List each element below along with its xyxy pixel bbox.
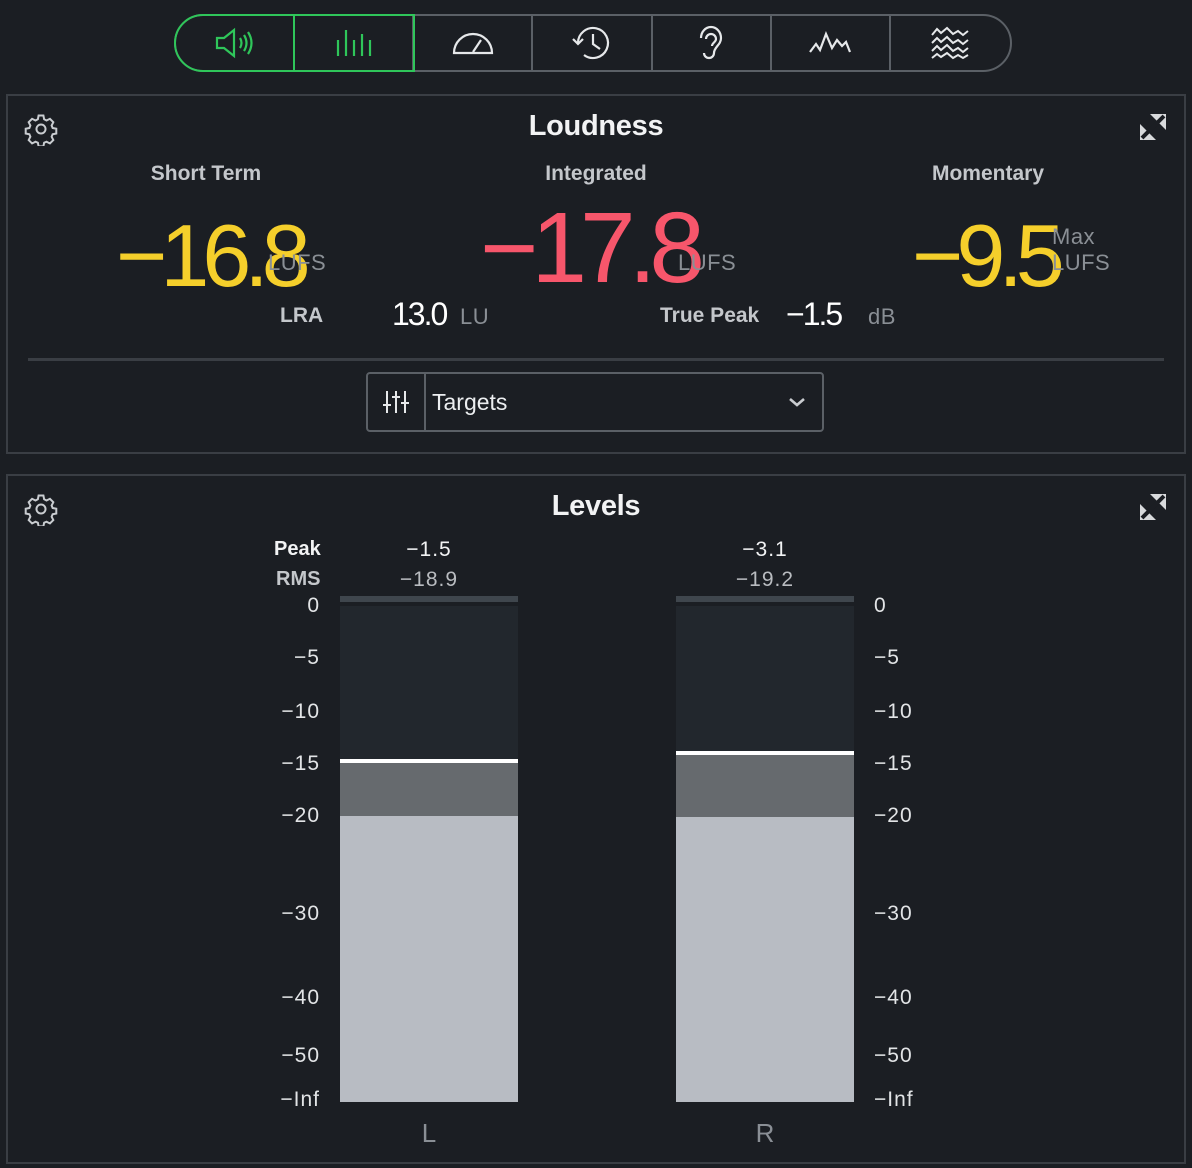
scale-tick-right: −Inf <box>874 1088 914 1111</box>
scale-tick-left: −40 <box>281 986 320 1009</box>
scale-tick-left: −20 <box>281 804 320 827</box>
right-peak-value: −3.1 <box>742 538 788 561</box>
peak-hold-line <box>676 750 854 755</box>
left-rms-value: −18.9 <box>399 568 459 591</box>
scale-tick-left: −5 <box>294 646 320 669</box>
scale-tick-right: −40 <box>874 986 913 1009</box>
meter-view-button[interactable] <box>414 16 534 70</box>
scale-tick-left: −30 <box>281 902 320 925</box>
spectrum-view-button[interactable] <box>772 16 891 70</box>
speaker-icon <box>215 27 253 59</box>
integrated-value: −17.8 <box>480 192 705 304</box>
spectrogram-view-button[interactable] <box>891 16 1010 70</box>
history-view-button[interactable] <box>533 16 653 70</box>
scale-tick-left: −Inf <box>280 1088 320 1111</box>
rms-label: RMS <box>276 568 321 590</box>
chevron-down-icon[interactable] <box>772 374 822 430</box>
rms-bar <box>340 816 518 1102</box>
integrated-unit: LUFS <box>678 250 737 275</box>
true-peak-label: True Peak <box>660 304 760 327</box>
toolbar-active-divider <box>293 14 295 72</box>
scale-tick-right: −20 <box>874 804 913 827</box>
targets-label: Targets <box>432 389 508 415</box>
peak-bar <box>676 754 854 819</box>
history-icon <box>572 26 610 60</box>
loudness-panel: Loudness Short Term −16.8 LUFS Integrate… <box>6 94 1186 454</box>
ear-icon <box>700 25 723 60</box>
scale-tick-right: −50 <box>874 1044 913 1067</box>
expand-icon[interactable] <box>1138 492 1168 522</box>
right-channel-meter <box>676 596 854 1102</box>
peak-hold-line <box>340 758 518 763</box>
peak-label: Peak <box>274 538 321 560</box>
scale-tick-left: −50 <box>281 1044 320 1067</box>
levels-view-button[interactable] <box>295 16 415 70</box>
bars-icon <box>336 30 371 56</box>
scale-tick-right: −10 <box>874 700 913 723</box>
targets-dropdown[interactable]: Targets <box>366 372 824 432</box>
momentary-unit-max: Max <box>1052 224 1096 249</box>
true-peak-value: −1.5 <box>786 296 843 332</box>
scale-tick-right: −15 <box>874 752 913 775</box>
lra-unit: LU <box>460 304 490 329</box>
short-term-label: Short Term <box>150 162 262 185</box>
momentary-value: −9.5 <box>912 206 1065 305</box>
rms-bar <box>676 816 854 1102</box>
scale-tick-right: −5 <box>874 646 900 669</box>
scale-tick-right: 0 <box>874 594 887 617</box>
momentary-label: Momentary <box>931 162 1045 185</box>
scale-tick-right: −30 <box>874 902 913 925</box>
peak-bar <box>340 762 518 818</box>
left-peak-value: −1.5 <box>406 538 452 561</box>
panel-title: Levels <box>551 490 641 522</box>
expand-icon[interactable] <box>1138 112 1168 142</box>
short-term-unit: LUFS <box>268 250 327 275</box>
right-rms-value: −19.2 <box>735 568 795 591</box>
momentary-unit: LUFS <box>1052 250 1111 275</box>
levels-panel: Levels Peak RMS −1.5 −18.9 −3.1 −19.2 0 0… <box>6 474 1186 1164</box>
view-toolbar <box>174 14 1012 72</box>
spectrum-peaks-icon <box>809 31 852 53</box>
divider <box>28 358 1164 361</box>
panel-title: Loudness <box>528 110 664 142</box>
targets-settings-button[interactable] <box>368 374 426 430</box>
scale-tick-left: −10 <box>281 700 320 723</box>
left-channel-meter <box>340 596 518 1102</box>
listen-view-button[interactable] <box>653 16 772 70</box>
meter-gauge-icon <box>452 32 493 55</box>
lra-value: 13.0 <box>392 296 448 332</box>
right-channel-label: R <box>755 1118 775 1148</box>
true-peak-unit: dB <box>868 304 896 329</box>
spectrogram-icon <box>931 26 970 60</box>
left-channel-label: L <box>421 1118 437 1148</box>
lra-label: LRA <box>280 304 324 327</box>
integrated-label: Integrated <box>545 162 647 185</box>
loudness-view-button[interactable] <box>176 16 296 70</box>
scale-tick-left: −15 <box>281 752 320 775</box>
sliders-icon <box>383 391 409 413</box>
scale-tick-left: 0 <box>307 594 320 617</box>
